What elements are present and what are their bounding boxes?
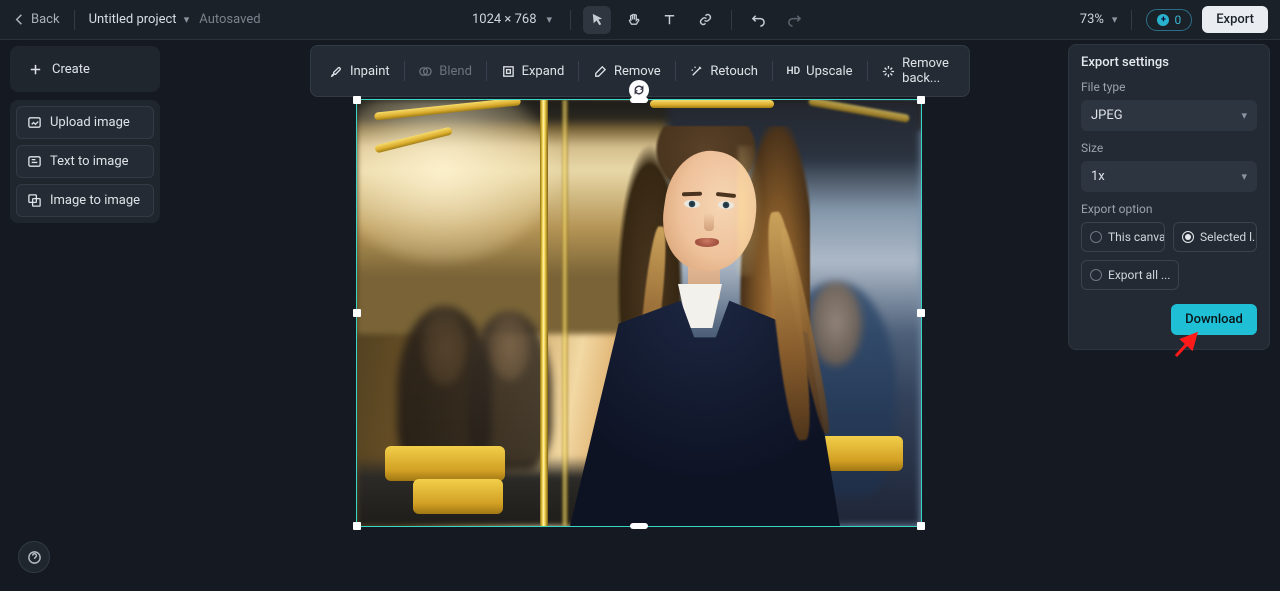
- file-type-select[interactable]: JPEG ▾: [1081, 100, 1257, 131]
- file-type-label: File type: [1081, 80, 1257, 94]
- subject-woman: [570, 136, 840, 526]
- blend-button: Blend: [408, 58, 482, 85]
- divider: [1131, 10, 1132, 30]
- cursor-tool-button[interactable]: [583, 6, 611, 34]
- divider: [675, 61, 676, 81]
- hd-badge: HD: [787, 66, 801, 77]
- eraser-icon: [593, 64, 608, 79]
- canvas-dimensions[interactable]: 1024 × 768 ▾: [472, 12, 552, 27]
- autosave-status: Autosaved: [199, 12, 260, 27]
- image-to-image-button[interactable]: Image to image: [16, 184, 154, 217]
- create-button[interactable]: Create: [16, 52, 154, 86]
- create-options: Upload image Text to image Image to imag…: [10, 100, 160, 223]
- plus-icon: [26, 60, 44, 78]
- text-to-image-label: Text to image: [50, 154, 129, 169]
- chevron-down-icon: ▾: [547, 13, 553, 26]
- upscale-button[interactable]: HD Upscale: [777, 58, 863, 85]
- undo-button[interactable]: [744, 6, 772, 34]
- upload-image-button[interactable]: Upload image: [16, 106, 154, 139]
- help-button[interactable]: [18, 541, 50, 573]
- cursor-icon: [590, 12, 605, 27]
- redo-button[interactable]: [780, 6, 808, 34]
- refresh-icon: [633, 84, 645, 96]
- divider: [486, 61, 487, 81]
- size-select[interactable]: 1x ▾: [1081, 161, 1257, 192]
- help-icon: [27, 550, 42, 565]
- back-label: Back: [31, 12, 60, 27]
- zoom-level[interactable]: 73% ▾: [1080, 12, 1118, 27]
- size-label: Size: [1081, 141, 1257, 155]
- text-to-image-button[interactable]: Text to image: [16, 145, 154, 178]
- regenerate-button[interactable]: [629, 80, 649, 100]
- sparkle-icon: [881, 64, 896, 79]
- topbar-center: 1024 × 768 ▾: [472, 6, 808, 34]
- upload-image-label: Upload image: [50, 115, 130, 130]
- text-to-image-icon: [27, 154, 42, 169]
- download-button[interactable]: Download: [1171, 304, 1257, 335]
- divider: [570, 10, 571, 30]
- hand-icon: [626, 12, 641, 27]
- back-button[interactable]: Back: [12, 12, 60, 27]
- divider: [867, 61, 868, 81]
- topbar-right: 73% ▾ + 0 Export: [1080, 6, 1268, 33]
- redo-icon: [787, 12, 802, 27]
- remove-background-button[interactable]: Remove back...: [871, 50, 961, 92]
- radio-icon: [1090, 269, 1102, 281]
- coin-icon: +: [1157, 14, 1169, 26]
- chevron-down-icon: ▾: [1241, 109, 1247, 122]
- divider: [404, 61, 405, 81]
- text-icon: [662, 12, 677, 27]
- export-option-selected-layer[interactable]: Selected l...: [1173, 222, 1257, 252]
- link-icon: [698, 12, 713, 27]
- text-tool-button[interactable]: [655, 6, 683, 34]
- export-settings-panel: Export settings File type JPEG ▾ Size 1x…: [1068, 44, 1270, 350]
- chevron-down-icon: ▾: [1241, 170, 1247, 183]
- expand-icon: [501, 64, 516, 79]
- chevron-left-icon: [12, 12, 27, 27]
- left-panel: Create Upload image Text to image Image …: [10, 46, 160, 223]
- create-label: Create: [52, 62, 90, 77]
- radio-icon: [1182, 231, 1194, 243]
- export-option-this-canvas[interactable]: This canvas: [1081, 222, 1165, 252]
- remove-button[interactable]: Remove: [583, 58, 671, 85]
- expand-button[interactable]: Expand: [491, 58, 575, 85]
- wand-icon: [689, 64, 704, 79]
- chevron-down-icon: ▾: [184, 13, 190, 26]
- divider: [74, 10, 75, 30]
- divider: [731, 10, 732, 30]
- blend-icon: [418, 64, 433, 79]
- credits-pill[interactable]: + 0: [1146, 9, 1192, 31]
- brush-icon: [329, 64, 344, 79]
- create-card: Create: [10, 46, 160, 92]
- divider: [772, 61, 773, 81]
- image-to-image-label: Image to image: [50, 193, 140, 208]
- image-to-image-icon: [27, 193, 42, 208]
- upload-icon: [27, 115, 42, 130]
- canvas[interactable]: [357, 100, 921, 526]
- export-option-export-all[interactable]: Export all ...: [1081, 260, 1179, 290]
- export-settings-title: Export settings: [1081, 55, 1257, 70]
- undo-icon: [751, 12, 766, 27]
- retouch-button[interactable]: Retouch: [679, 58, 768, 85]
- divider: [578, 61, 579, 81]
- project-name[interactable]: Untitled project ▾: [89, 12, 190, 27]
- link-tool-button[interactable]: [691, 6, 719, 34]
- export-option-label: Export option: [1081, 202, 1257, 216]
- export-button[interactable]: Export: [1202, 6, 1268, 33]
- chevron-down-icon: ▾: [1112, 13, 1118, 26]
- hand-tool-button[interactable]: [619, 6, 647, 34]
- credits-count: 0: [1174, 13, 1181, 27]
- topbar: Back Untitled project ▾ Autosaved 1024 ×…: [0, 0, 1280, 40]
- inpaint-button[interactable]: Inpaint: [319, 58, 400, 85]
- canvas-image[interactable]: [357, 100, 921, 526]
- radio-icon: [1090, 231, 1102, 243]
